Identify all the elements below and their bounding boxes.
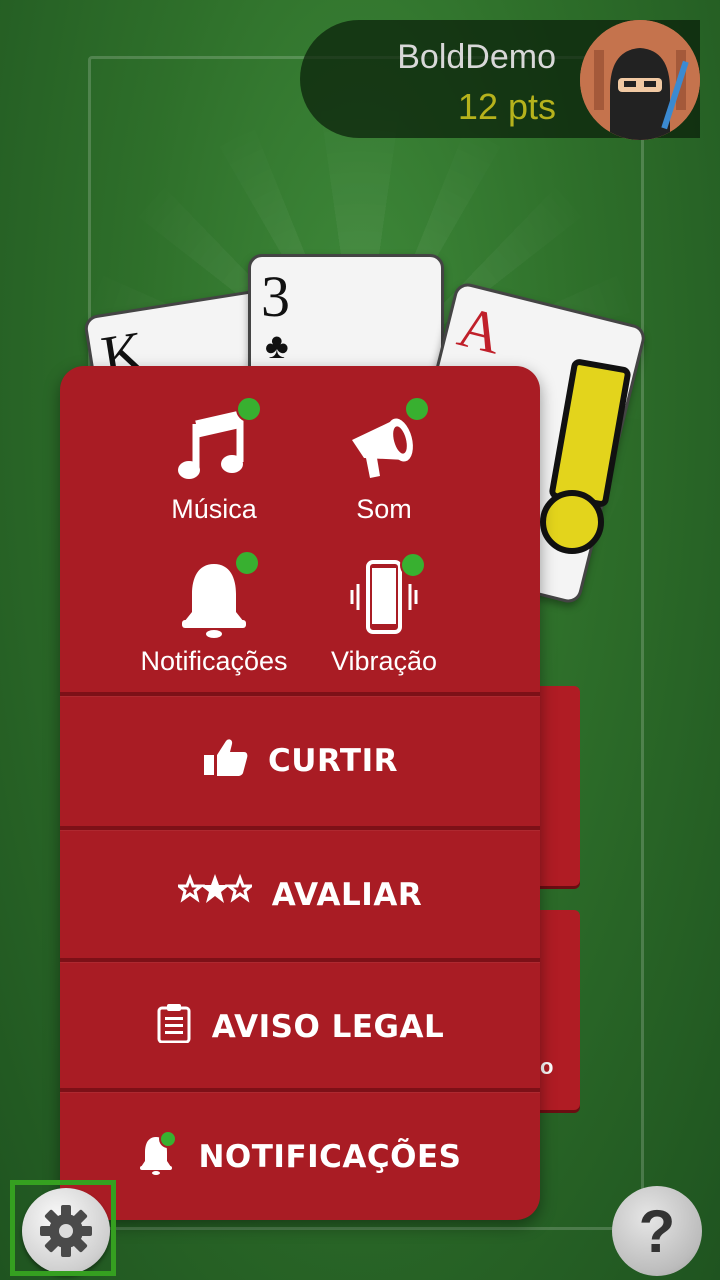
stars-icon xyxy=(174,872,255,918)
rate-label: AVALIAR xyxy=(271,877,423,913)
clipboard-icon xyxy=(156,1003,192,1051)
settings-panel: Música Som Notificações Vibração CURTIR … xyxy=(60,366,540,1220)
settings-button-highlight xyxy=(10,1180,116,1276)
vibration-label: Vibração xyxy=(330,646,438,676)
help-button[interactable]: ? xyxy=(612,1186,702,1276)
legal-notice-button[interactable]: AVISO LEGAL xyxy=(60,962,540,1092)
enabled-indicator-icon xyxy=(236,396,262,422)
vibration-toggle[interactable]: Vibração xyxy=(284,528,484,676)
avatar[interactable] xyxy=(580,20,700,140)
side-button-label: o xyxy=(540,1054,554,1079)
card-rank: A xyxy=(451,293,509,367)
club-suit-icon: ♣ xyxy=(265,325,289,366)
enabled-indicator-icon xyxy=(400,552,426,578)
legal-notice-label: AVISO LEGAL xyxy=(211,1009,445,1045)
thumbs-up-icon xyxy=(202,737,248,785)
question-mark-icon: ? xyxy=(638,1197,676,1265)
enabled-indicator-icon xyxy=(234,550,260,576)
sound-label: Som xyxy=(356,494,412,524)
player-points: 12 pts xyxy=(457,86,556,127)
player-name: BoldDemo xyxy=(397,38,556,76)
like-label: CURTIR xyxy=(268,743,398,779)
card-rank: 3 xyxy=(261,264,290,329)
rate-button[interactable]: AVALIAR xyxy=(60,830,540,960)
sound-toggle[interactable]: Som xyxy=(284,376,484,524)
bell-icon xyxy=(138,1130,178,1183)
enabled-indicator-icon xyxy=(404,396,430,422)
notifications-button[interactable]: NOTIFICAÇÕES xyxy=(60,1092,540,1220)
exclamation-dot-icon xyxy=(540,490,604,554)
notifications-menu-label: NOTIFICAÇÕES xyxy=(198,1139,462,1175)
ninja-avatar-icon xyxy=(580,20,700,140)
like-button[interactable]: CURTIR xyxy=(60,696,540,826)
